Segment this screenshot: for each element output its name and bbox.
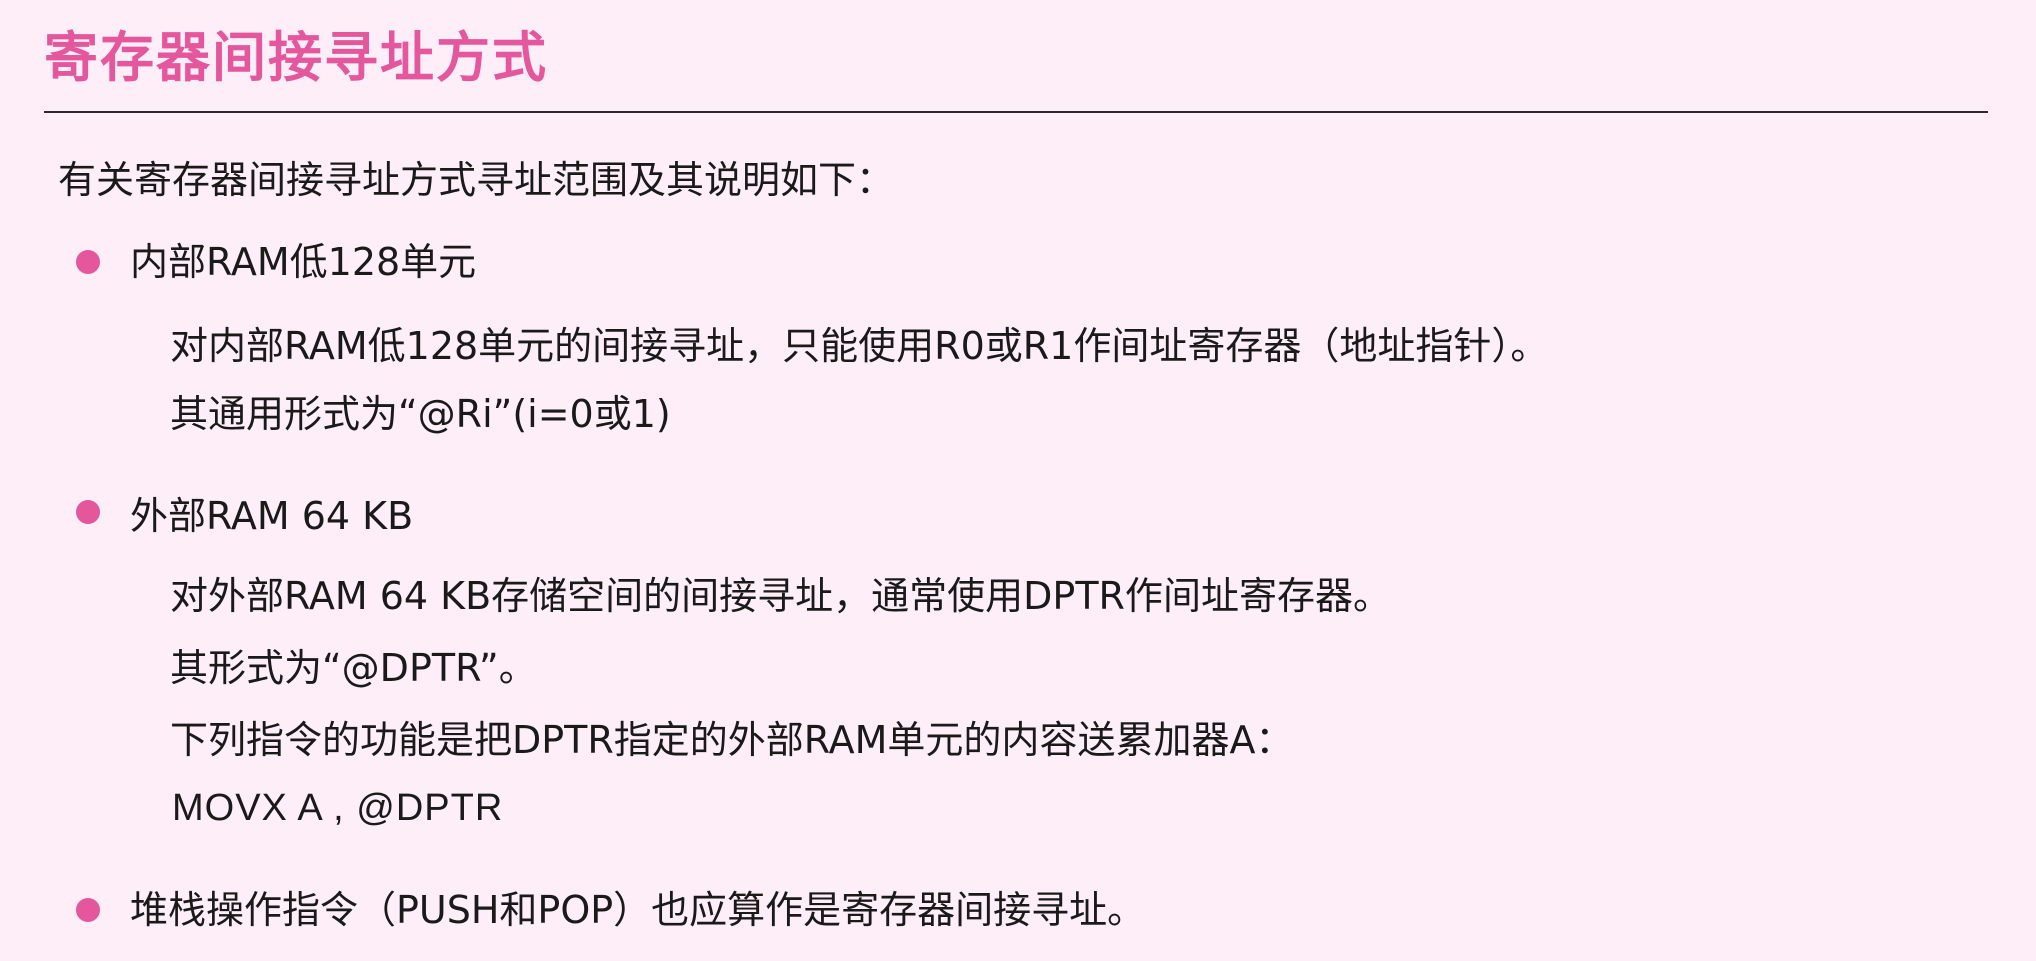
bullet-text-line: 其形式为“@DPTR”。 (170, 646, 537, 690)
bullet-text-line: 其通用形式为“@Ri”(i=0或1) (170, 392, 671, 436)
bullet-text-line: 下列指令的功能是把DPTR指定的外部RAM单元的内容送累加器A： (170, 718, 1294, 762)
bullet-text-line: 对外部RAM 64 KB存储空间的间接寻址，通常使用DPTR作间址寄存器。 (170, 574, 1391, 618)
slide-title: 寄存器间接寻址方式 (44, 26, 548, 89)
bullet-dot-icon (76, 250, 100, 274)
intro-text: 有关寄存器间接寻址方式寻址范围及其说明如下： (58, 158, 895, 202)
bullet-dot-icon (76, 898, 100, 922)
bullet-text-line: 对内部RAM低128单元的间接寻址，只能使用R0或R1作间址寄存器（地址指针）。 (170, 324, 1549, 368)
bullet-heading-external-ram: 外部RAM 64 KB (130, 494, 414, 538)
slide: 寄存器间接寻址方式 有关寄存器间接寻址方式寻址范围及其说明如下： 内部RAM低1… (0, 0, 2036, 961)
title-divider (44, 111, 1988, 113)
code-instruction: MOVX A , @DPTR (172, 787, 504, 829)
bullet-heading-stack-ops: 堆栈操作指令（PUSH和POP）也应算作是寄存器间接寻址。 (130, 888, 1146, 932)
bullet-heading-internal-ram: 内部RAM低128单元 (130, 240, 477, 284)
bullet-dot-icon (76, 500, 100, 524)
